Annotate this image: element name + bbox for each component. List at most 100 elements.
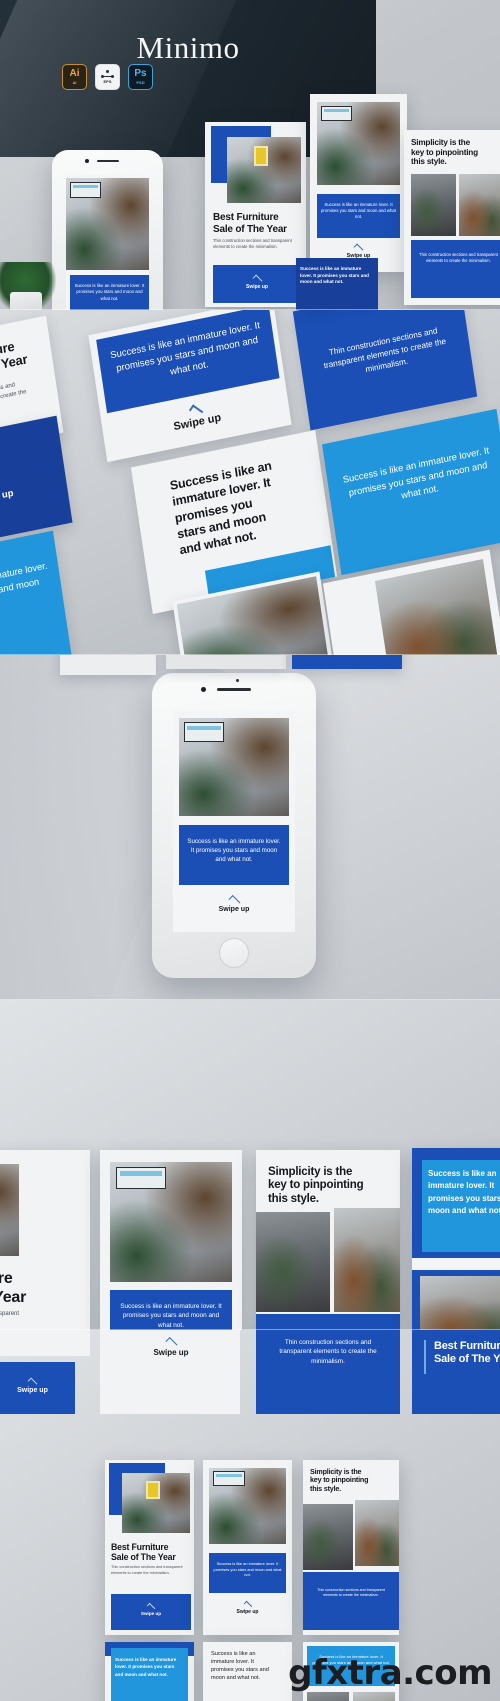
phone-camera-icon — [201, 687, 206, 692]
quote-text: Success is like an immature lover. It pr… — [342, 444, 490, 501]
quote-text: Success is like an immature lover. It pr… — [321, 202, 396, 220]
swipe-up-cta[interactable]: Swipe up — [110, 1336, 232, 1357]
grid-card-swipe-blue: Swipe up — [0, 415, 73, 553]
framed-art-decor — [184, 722, 224, 742]
card-photo-left — [256, 1212, 330, 1312]
framed-art-decor — [70, 182, 101, 198]
headline-line-1: Best Furniture — [213, 212, 279, 223]
page-title: Minimo — [136, 30, 240, 65]
card-headline: Best Furniture Sale of The Year — [213, 212, 301, 235]
set-card-simplicity: Simplicity is the key to pinpointing thi… — [303, 1460, 399, 1635]
section-phone-mockup: Success is like an immature lover. It pr… — [0, 655, 500, 1000]
card-headline: Simplicity is the key to pinpointing thi… — [268, 1166, 398, 1206]
quote-text: Success is like an immature lover. It pr… — [213, 1561, 282, 1578]
eps-vector-icon — [101, 70, 114, 79]
phone-speaker — [217, 688, 251, 691]
cta-label: Swipe up — [236, 1609, 259, 1615]
chevron-up-icon — [243, 1600, 252, 1610]
quote-text: Success is like an immature lover. It pr… — [0, 559, 48, 613]
headline-line-3: this style. — [310, 1483, 341, 1493]
headline-line-1: Best Furniture — [434, 1340, 500, 1352]
accent-rule — [424, 1340, 426, 1374]
card-photo — [420, 1276, 500, 1330]
grid-card-quote-lightblue: Success is like an immature lover. It pr… — [322, 408, 500, 576]
card-photo-right — [355, 1500, 399, 1566]
card-headline: Simplicity is the key to pinpointing thi… — [411, 138, 500, 167]
swipe-up-cta[interactable]: Swipe up — [0, 470, 63, 517]
mini-quote-text: Success is like an immature lover. It pr… — [300, 266, 369, 285]
story-card-furniture: Best Furniture Sale of The Year Thin con… — [205, 122, 306, 307]
site-watermark: gfxtra.com — [288, 1653, 492, 1693]
phone-camera-icon — [85, 159, 89, 163]
eps-badge: EPS — [95, 64, 120, 90]
strip-card-quote: Success is like an immature lover. It pr… — [100, 1330, 240, 1414]
cta-label: Swipe up — [218, 906, 250, 913]
peek-card-left — [60, 655, 156, 675]
card-body-text: Thin construction sections and transpare… — [0, 382, 27, 413]
body-block — [411, 240, 500, 298]
headline-line-3: this style. — [268, 1192, 319, 1205]
grid-card-quote-bottom: Success is like an immature lover. It pr… — [0, 530, 72, 655]
story-card-simplicity: Simplicity is the key to pinpointing thi… — [404, 130, 500, 305]
quote-text: Success is like an immature lover. It pr… — [187, 838, 281, 863]
set-card-quote: Success is like an immature lover. It pr… — [203, 1460, 292, 1635]
ps-badge-glyph: Ps — [134, 68, 147, 80]
headline-line-1: Best Furniture — [0, 1270, 13, 1287]
home-button[interactable] — [219, 938, 249, 968]
card-body-text: Thin construction sections and transpare… — [0, 1311, 20, 1317]
peek-card-center — [166, 655, 286, 669]
card-photo — [209, 1468, 286, 1544]
cta-label: Swipe up — [17, 1387, 48, 1394]
chevron-up-icon — [146, 1602, 156, 1612]
eps-badge-label: EPS — [103, 78, 112, 84]
framed-art-decor — [116, 1167, 166, 1189]
card-photo — [227, 137, 301, 203]
swipe-up-cta[interactable]: Swipe up — [111, 1602, 191, 1616]
peek-card-right — [292, 655, 402, 669]
card-photo-right — [459, 174, 500, 236]
row-card-furniture: Best Furniture Sale of The Year Thin con… — [0, 1150, 90, 1330]
body-block — [303, 1572, 399, 1630]
phone-mockup: Success is like an immature lover. It pr… — [152, 673, 316, 978]
format-badge-group: Ai AI EPS Ps PSD — [62, 64, 153, 90]
headline-line-1: Best Furniture — [111, 1542, 169, 1552]
swipe-up-cta[interactable]: Swipe up — [213, 274, 301, 290]
set-card-quote-dark-text: Success is like an immature lover. It pr… — [203, 1642, 292, 1701]
chevron-up-icon — [353, 243, 364, 254]
cta-label: Swipe up — [153, 1348, 189, 1357]
set-card-lightblue: Success is like an immature lover. It pr… — [105, 1642, 194, 1701]
set-card-furniture: Best Furniture Sale of The Year Thin con… — [105, 1460, 194, 1635]
quote-text: Success is like an immature lover. It pr… — [115, 1657, 177, 1677]
chevron-up-icon — [27, 1377, 38, 1388]
card-body-text: Thin construction sections and transpare… — [323, 326, 447, 374]
chevron-up-icon — [252, 274, 262, 285]
quote-text: Success is like an immature lover. It pr… — [169, 458, 273, 558]
card-body-text: Thin construction sections and transpare… — [279, 1339, 377, 1365]
headline-line-2: key to pinpointing — [268, 1179, 364, 1192]
card-photo — [0, 1164, 19, 1256]
section-hero-showcase: Minimo Ai AI EPS Ps PSD Success is like … — [0, 0, 500, 310]
illustrator-ai-badge: Ai AI — [62, 64, 87, 90]
decor-plant-pot — [10, 292, 42, 310]
swipe-up-cta[interactable]: Swipe up — [0, 1377, 75, 1394]
card-headline: Best Furniture Sale of The Year — [111, 1542, 191, 1562]
ai-badge-label: AI — [72, 79, 77, 85]
headline-line-1: Simplicity is the — [411, 138, 470, 147]
product-preview-page: Minimo Ai AI EPS Ps PSD Success is like … — [0, 0, 500, 1701]
hero-left-phone-mockup: Success is like an immature lover. It pr… — [52, 150, 163, 310]
card-body-text: Thin construction sections and transpare… — [213, 238, 292, 250]
framed-art-decor — [213, 1471, 245, 1486]
phone-screen: Success is like an immature lover. It pr… — [173, 710, 295, 932]
quote-text: Success is like an immature lover. It pr… — [120, 1303, 222, 1329]
card-body-text: Thin construction sections and transpare… — [317, 1588, 385, 1598]
row-card-lightblue: Success is like an immature lover. It pr… — [412, 1148, 500, 1330]
row-card-simplicity: Simplicity is the key to pinpointing thi… — [256, 1150, 400, 1330]
card-photo — [66, 178, 149, 270]
swipe-up-cta[interactable]: Swipe up — [209, 1600, 286, 1615]
headline-line-2: Sale of The Year — [111, 1552, 176, 1563]
phone-speaker — [96, 160, 119, 162]
swipe-up-cta[interactable]: Swipe up — [179, 894, 289, 913]
strip-card-a: Thin construction sections and transpare… — [0, 1330, 90, 1356]
cta-label: Swipe up — [140, 1611, 162, 1616]
grid-card-quote-swipe: Success is like an immature lover. It pr… — [88, 310, 292, 463]
